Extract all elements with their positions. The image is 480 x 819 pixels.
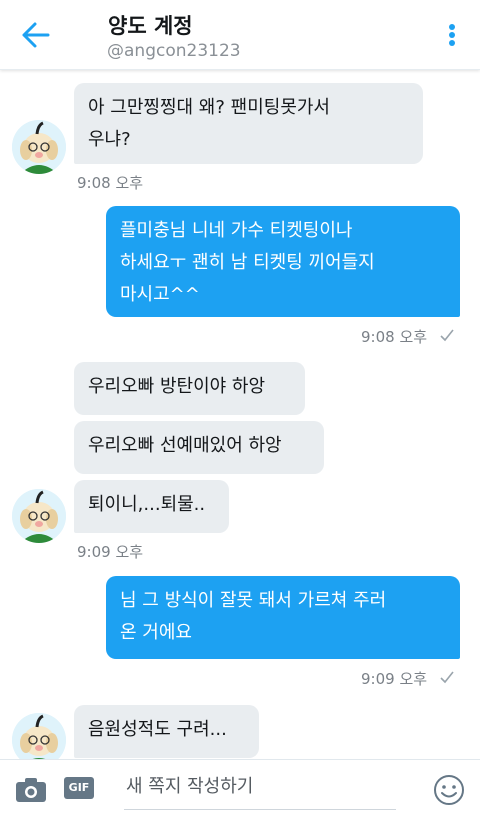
- back-arrow-icon: [22, 22, 50, 48]
- message-bubble-incoming[interactable]: 아 그만찡찡대 왜? 팬미팅못가서 우냐?: [74, 83, 423, 164]
- sent-check-icon: [439, 327, 455, 347]
- message-text-line: 플미충님 니네 가수 티켓팅이나: [120, 220, 353, 241]
- message-list[interactable]: 아 그만찡찡대 왜? 팬미팅못가서 우냐? 9:08 오후 플미충님 니네 가수…: [0, 71, 480, 759]
- avatar[interactable]: [12, 120, 66, 174]
- message-timestamp: 9:09 오후: [77, 543, 144, 561]
- more-options-button[interactable]: [440, 20, 464, 50]
- smiley-icon: [434, 775, 464, 805]
- message-text-line: 아 그만찡찡대 왜? 팬미팅못가서: [88, 97, 330, 118]
- gif-button[interactable]: GIF: [64, 777, 94, 799]
- more-vertical-icon: [449, 24, 455, 46]
- message-bubble-incoming[interactable]: 퇴이니,...퇴물..: [74, 480, 229, 533]
- message-text: 퇴이니,...퇴물..: [88, 494, 206, 515]
- message-bubble-incoming[interactable]: 음원성적도 구려...: [74, 705, 259, 758]
- message-bubble-outgoing[interactable]: 님 그 방식이 잘못 돼서 가르쳐 주러 온 거에요: [106, 576, 460, 659]
- camera-icon: [16, 778, 46, 802]
- conversation-handle: @angcon23123: [107, 41, 241, 61]
- message-text: 음원성적도 구려...: [88, 719, 227, 740]
- message-timestamp: 9:09 오후: [361, 670, 428, 688]
- conversation-title: 양도 계정: [108, 14, 193, 38]
- message-timestamp: 9:08 오후: [77, 174, 144, 192]
- message-text: 우리오빠 선예매있어 하앙: [88, 435, 282, 456]
- message-composer: GIF 새 쪽지 작성하기: [0, 759, 480, 819]
- message-bubble-incoming[interactable]: 우리오빠 선예매있어 하앙: [74, 421, 324, 474]
- message-bubble-outgoing[interactable]: 플미충님 니네 가수 티켓팅이나 하세요ㅜ 괜히 남 티켓팅 끼어들지 마시고^…: [106, 206, 460, 317]
- message-text-line: 마시고^^: [120, 284, 200, 305]
- message-text-line: 우냐?: [88, 129, 131, 150]
- message-text-line: 님 그 방식이 잘못 돼서 가르쳐 주러: [120, 590, 387, 611]
- message-bubble-incoming[interactable]: 우리오빠 방탄이야 하앙: [74, 362, 305, 415]
- message-text: 우리오빠 방탄이야 하앙: [88, 376, 266, 397]
- message-input[interactable]: 새 쪽지 작성하기: [124, 770, 396, 810]
- sent-check-icon: [439, 669, 455, 689]
- avatar[interactable]: [12, 489, 66, 543]
- avatar-image: [12, 713, 66, 759]
- message-text-line: 하세요ㅜ 괜히 남 티켓팅 끼어들지: [120, 252, 375, 273]
- message-timestamp: 9:08 오후: [361, 328, 428, 346]
- avatar-image: [12, 120, 66, 174]
- avatar[interactable]: [12, 713, 66, 759]
- conversation-header: 양도 계정 @angcon23123: [0, 0, 480, 70]
- camera-button[interactable]: [15, 777, 47, 803]
- back-button[interactable]: [20, 20, 54, 50]
- message-text-line: 온 거에요: [120, 622, 192, 643]
- avatar-image: [12, 489, 66, 543]
- emoji-button[interactable]: [433, 774, 465, 806]
